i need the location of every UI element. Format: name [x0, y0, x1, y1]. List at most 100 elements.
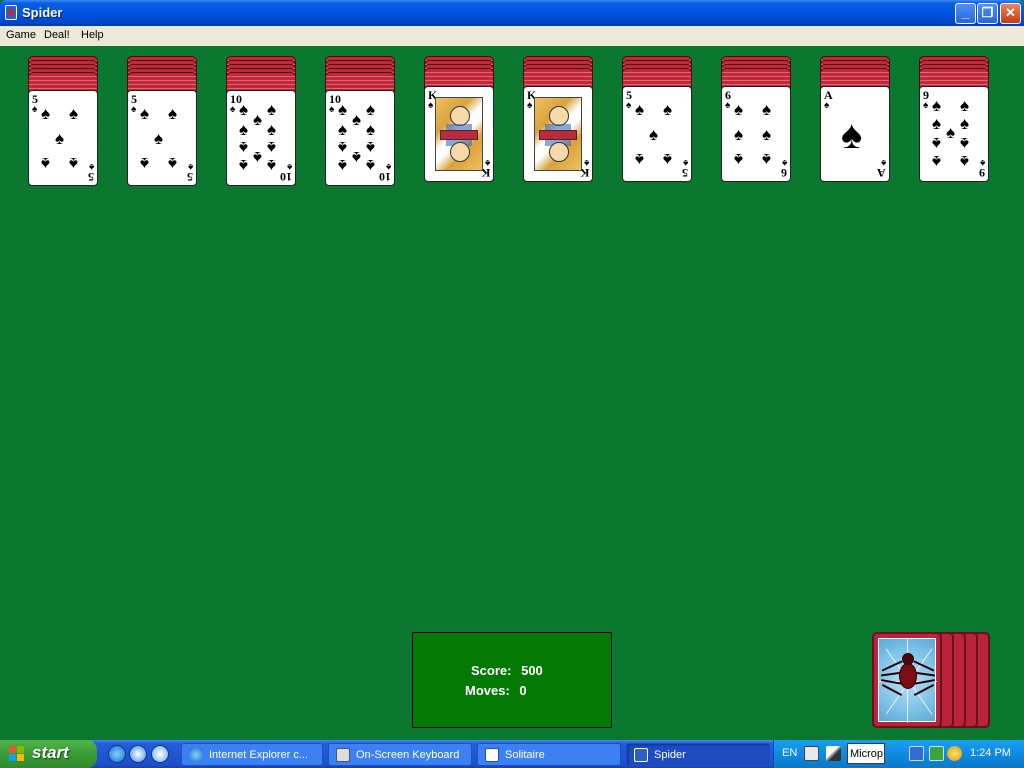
spade-icon: ♠	[527, 100, 533, 111]
keyboard-layout-icon[interactable]	[804, 746, 819, 761]
spade-icon: ♠	[781, 157, 787, 168]
card-rank: 5	[88, 170, 94, 184]
faceup-card[interactable]: 6 ♠ 6 ♠ ♠ ♠ ♠ ♠ ♠ ♠	[721, 86, 791, 182]
card-rank: 6	[781, 166, 787, 180]
spider-app-icon[interactable]	[5, 5, 17, 20]
minimize-button[interactable]: _	[955, 3, 976, 24]
faceup-card[interactable]: 5 ♠ 5 ♠ ♠ ♠ ♠ ♠ ♠	[28, 90, 98, 186]
faceup-card[interactable]: 5 ♠ 5 ♠ ♠ ♠ ♠ ♠ ♠	[622, 86, 692, 182]
stock-card[interactable]	[872, 632, 942, 728]
quicklaunch-messenger-icon[interactable]	[129, 745, 147, 763]
spade-icon: ♠	[267, 100, 277, 119]
spade-icon: ♠	[960, 134, 970, 153]
windows-logo-icon	[9, 746, 25, 762]
spade-icon: ♠	[230, 104, 236, 115]
score-box: Score: 500 Moves: 0	[412, 632, 612, 728]
spade-icon: ♠	[960, 152, 970, 171]
spade-icon: ♠	[583, 157, 589, 168]
spade-icon: ♠	[267, 138, 277, 157]
spade-icon: ♠	[267, 156, 277, 175]
spade-icon: ♠	[635, 150, 645, 169]
faceup-card[interactable]: K ♠ K ♠	[523, 86, 593, 182]
spade-icon: ♠	[239, 138, 249, 157]
task-on-screen-keyboard[interactable]: On-Screen Keyboard	[328, 743, 472, 766]
close-button[interactable]: ✕	[1000, 3, 1021, 24]
card-rank: A	[877, 166, 886, 180]
king-portrait-icon	[435, 97, 483, 171]
spider-icon	[634, 748, 648, 762]
faceup-card[interactable]: K ♠ K ♠	[424, 86, 494, 182]
maximize-button[interactable]: ❐	[977, 3, 998, 24]
faceup-card[interactable]: A ♠ A ♠ ♠	[820, 86, 890, 182]
spade-icon: ♠	[253, 110, 263, 129]
spade-icon: ♠	[734, 125, 744, 144]
moves-value: 0	[519, 683, 527, 698]
spade-icon: ♠	[239, 156, 249, 175]
tray-toolbar-input[interactable]: Microp	[847, 743, 885, 764]
search-icon[interactable]	[947, 746, 962, 761]
spade-icon: ♠	[932, 134, 942, 153]
menu-deal[interactable]: Deal!	[44, 29, 70, 41]
task-label: Solitaire	[505, 749, 545, 761]
spade-icon: ♠	[923, 100, 929, 111]
task-spider[interactable]: Spider	[626, 743, 770, 766]
security-icon[interactable]	[929, 746, 944, 761]
spade-icon: ♠	[69, 104, 79, 123]
card-rank: 10	[280, 170, 292, 184]
spade-icon: ♠	[734, 100, 744, 119]
menu-game[interactable]: Game	[6, 29, 36, 41]
spade-icon: ♠	[366, 156, 376, 175]
spade-icon: ♠	[366, 100, 376, 119]
spade-icon: ♠	[960, 96, 970, 115]
spade-icon: ♠	[140, 154, 150, 173]
spider-card-back-icon	[878, 638, 937, 723]
spade-icon: ♠	[69, 154, 79, 173]
network-icon[interactable]	[909, 746, 924, 761]
quicklaunch-ie-icon[interactable]	[108, 745, 126, 763]
spade-icon: ♠	[239, 120, 249, 139]
spade-icon: ♠	[484, 157, 490, 168]
spade-icon: ♠	[41, 154, 51, 173]
task-label: On-Screen Keyboard	[356, 749, 460, 761]
spade-icon: ♠	[253, 148, 263, 167]
spade-icon: ♠	[932, 114, 942, 133]
faceup-card[interactable]: 10 ♠ 10 ♠ ♠ ♠ ♠ ♠ ♠ ♠ ♠ ♠ ♠ ♠	[226, 90, 296, 186]
task-internet-explorer[interactable]: Internet Explorer c...	[181, 743, 323, 766]
faceup-card[interactable]: 5 ♠ 5 ♠ ♠ ♠ ♠ ♠ ♠	[127, 90, 197, 186]
language-indicator[interactable]: EN	[782, 747, 797, 759]
spade-icon: ♠	[635, 100, 645, 119]
faceup-card[interactable]: 9 ♠ 9 ♠ ♠ ♠ ♠ ♠ ♠ ♠ ♠ ♠ ♠	[919, 86, 989, 182]
spade-icon: ♠	[88, 161, 94, 172]
spade-icon: ♠	[267, 120, 277, 139]
spade-icon: ♠	[734, 150, 744, 169]
spade-icon: ♠	[932, 152, 942, 171]
menu-help[interactable]: Help	[81, 29, 104, 41]
spade-icon: ♠	[352, 110, 362, 129]
internet-explorer-icon	[189, 748, 203, 762]
spade-icon: ♠	[286, 161, 292, 172]
card-rank: 5	[682, 166, 688, 180]
spade-icon: ♠	[338, 156, 348, 175]
score-value: 500	[521, 663, 543, 678]
spade-icon: ♠	[168, 104, 178, 123]
spade-icon: ♠	[663, 150, 673, 169]
spade-icon: ♠	[338, 100, 348, 119]
spade-icon: ♠	[366, 138, 376, 157]
spade-icon: ♠	[979, 157, 985, 168]
task-solitaire[interactable]: Solitaire	[477, 743, 621, 766]
spade-icon: ♠	[385, 161, 391, 172]
start-label: start	[32, 743, 69, 762]
start-button[interactable]: start	[0, 740, 97, 768]
moves-label: Moves:	[465, 683, 510, 698]
spade-icon: ♠	[960, 114, 970, 133]
pen-icon[interactable]	[826, 746, 841, 761]
score-label: Score:	[471, 663, 512, 678]
card-rank: 5	[187, 170, 193, 184]
menu-bar: Game Deal! Help	[0, 26, 1024, 46]
faceup-card[interactable]: 10 ♠ 10 ♠ ♠ ♠ ♠ ♠ ♠ ♠ ♠ ♠ ♠ ♠	[325, 90, 395, 186]
spade-icon: ♠	[338, 138, 348, 157]
quicklaunch-media-player-icon[interactable]	[151, 745, 169, 763]
keyboard-icon	[336, 748, 350, 762]
spade-icon: ♠	[32, 104, 38, 115]
spade-icon: ♠	[168, 154, 178, 173]
